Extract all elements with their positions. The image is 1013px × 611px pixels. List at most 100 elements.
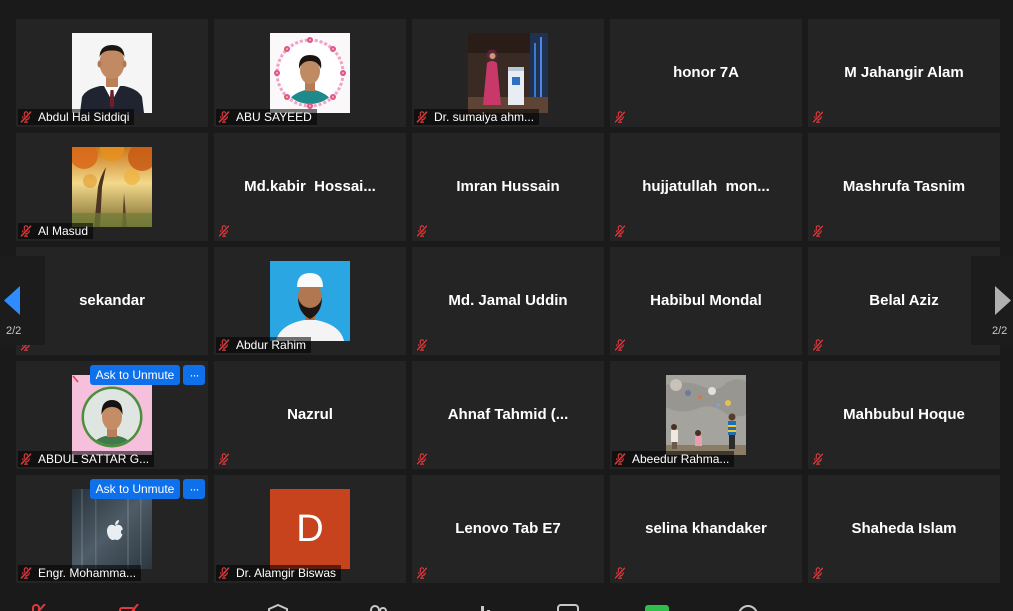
participant-tile[interactable]: Mashrufa Tasnim <box>808 133 1000 241</box>
participant-name: hujjatullah mon... <box>642 178 770 195</box>
chat-icon[interactable] <box>556 604 580 611</box>
participant-photo <box>468 33 548 113</box>
page-indicator: 2/2 <box>992 325 1008 337</box>
security-icon[interactable] <box>266 604 290 611</box>
participant-name: Abeedur Rahma... <box>632 452 730 466</box>
participant-name-label: Dr. Alamgir Biswas <box>216 565 342 581</box>
mic-muted-icon <box>20 225 32 237</box>
participant-tile[interactable]: Dr. sumaiya ahm... <box>412 19 604 127</box>
participant-name: Abdul Hai Siddiqi <box>38 110 130 124</box>
participant-name-label: Dr. sumaiya ahm... <box>414 109 540 125</box>
participant-name: Md.kabir Hossai... <box>244 178 376 195</box>
participants-icon[interactable] <box>366 604 390 611</box>
participant-name: Lenovo Tab E7 <box>455 520 561 537</box>
more-options-button[interactable]: ··· <box>183 479 205 499</box>
start-video-icon[interactable] <box>118 604 142 611</box>
participant-tile[interactable]: hujjatullah mon... <box>610 133 802 241</box>
ask-to-unmute-button[interactable]: Ask to Unmute <box>90 365 180 385</box>
participant-tile[interactable]: Lenovo Tab E7 <box>412 475 604 583</box>
participant-name-label: Abdur Rahim <box>216 337 312 353</box>
polls-icon[interactable] <box>476 604 500 611</box>
mic-muted-icon <box>416 453 428 465</box>
participant-photo <box>72 489 152 569</box>
participant-name-label: ABDUL SATTAR G... <box>18 451 155 467</box>
participant-tile[interactable]: Abdur Rahim <box>214 247 406 355</box>
participant-tile[interactable]: Ahnaf Tahmid (... <box>412 361 604 469</box>
participant-tile[interactable]: Imran Hussain <box>412 133 604 241</box>
participant-tile[interactable]: D Dr. Alamgir Biswas <box>214 475 406 583</box>
participant-name: Mashrufa Tasnim <box>842 178 966 195</box>
participant-status <box>612 109 626 125</box>
mic-muted-icon <box>218 225 230 237</box>
participant-tile[interactable]: Mahbubul Hoque <box>808 361 1000 469</box>
participant-tile[interactable]: ABU SAYEED <box>214 19 406 127</box>
next-page-button[interactable]: 2/2 <box>971 256 1013 345</box>
mic-muted-icon <box>416 567 428 579</box>
participant-status <box>612 337 626 353</box>
participant-name: Al Masud <box>38 224 89 238</box>
participant-photo <box>72 375 152 455</box>
participant-tile[interactable]: Habibul Mondal <box>610 247 802 355</box>
mic-muted-icon <box>218 453 230 465</box>
participant-name: Dr. Alamgir Biswas <box>236 566 337 580</box>
participant-status <box>216 451 230 467</box>
participant-tile[interactable]: selina khandaker <box>610 475 802 583</box>
participant-status <box>216 223 230 239</box>
mic-muted-icon <box>416 111 428 123</box>
mic-muted-icon <box>218 567 230 579</box>
mic-muted-icon <box>20 567 32 579</box>
mic-muted-icon <box>614 111 626 123</box>
participant-tile[interactable]: Shaheda Islam <box>808 475 1000 583</box>
participant-tile[interactable]: Md. Jamal Uddin <box>412 247 604 355</box>
participant-name-label: Engr. Mohamma... <box>18 565 142 581</box>
mic-muted-icon <box>218 111 230 123</box>
mic-muted-icon <box>812 225 824 237</box>
participant-tile[interactable]: Abeedur Rahma... <box>610 361 802 469</box>
mic-muted-icon <box>20 453 32 465</box>
mic-muted-icon <box>20 111 32 123</box>
mic-muted-icon <box>416 339 428 351</box>
participant-photo <box>270 33 350 113</box>
participant-tile[interactable]: Al Masud <box>16 133 208 241</box>
participant-status <box>810 451 824 467</box>
participant-name: Imran Hussain <box>456 178 560 195</box>
more-options-button[interactable]: ··· <box>183 365 205 385</box>
participant-tile[interactable]: M Jahangir Alam <box>808 19 1000 127</box>
participant-status <box>414 565 428 581</box>
participant-status <box>612 565 626 581</box>
participant-name: Mahbubul Hoque <box>843 406 965 423</box>
participant-name-label: ABU SAYEED <box>216 109 317 125</box>
participant-name: Dr. sumaiya ahm... <box>434 110 535 124</box>
page-indicator: 2/2 <box>6 325 22 337</box>
meeting-toolbar <box>0 597 1013 611</box>
share-screen-icon[interactable] <box>645 604 669 611</box>
participant-name: ABU SAYEED <box>236 110 312 124</box>
participant-photo <box>72 147 152 227</box>
participant-tile[interactable]: Abdul Hai Siddiqi <box>16 19 208 127</box>
participant-tile[interactable]: Ask to Unmute ··· ABDUL SATTAR G... <box>16 361 208 469</box>
participant-status <box>414 223 428 239</box>
mic-muted-icon <box>812 339 824 351</box>
unmute-icon[interactable] <box>24 604 48 611</box>
mic-muted-icon <box>614 453 626 465</box>
participant-name-label: Abeedur Rahma... <box>612 451 735 467</box>
participant-name-label: Abdul Hai Siddiqi <box>18 109 135 125</box>
participant-tile[interactable]: Ask to Unmute ··· Engr. Mohamma... <box>16 475 208 583</box>
participant-tile[interactable]: Md.kabir Hossai... <box>214 133 406 241</box>
ask-to-unmute-button[interactable]: Ask to Unmute <box>90 479 180 499</box>
participant-name: Engr. Mohamma... <box>38 566 137 580</box>
participant-status <box>612 223 626 239</box>
participant-name: Nazrul <box>287 406 333 423</box>
previous-page-button[interactable]: 2/2 <box>0 256 45 345</box>
mic-muted-icon <box>614 567 626 579</box>
participant-tile[interactable]: honor 7A <box>610 19 802 127</box>
participant-status <box>810 223 824 239</box>
mic-muted-icon <box>812 111 824 123</box>
mic-muted-icon <box>812 567 824 579</box>
participant-photo <box>72 33 152 113</box>
participant-tile[interactable]: Nazrul <box>214 361 406 469</box>
participant-name: Ahnaf Tahmid (... <box>447 406 569 423</box>
participant-name: Shaheda Islam <box>851 520 957 537</box>
record-icon[interactable] <box>736 604 760 611</box>
participant-name: Abdur Rahim <box>236 338 307 352</box>
